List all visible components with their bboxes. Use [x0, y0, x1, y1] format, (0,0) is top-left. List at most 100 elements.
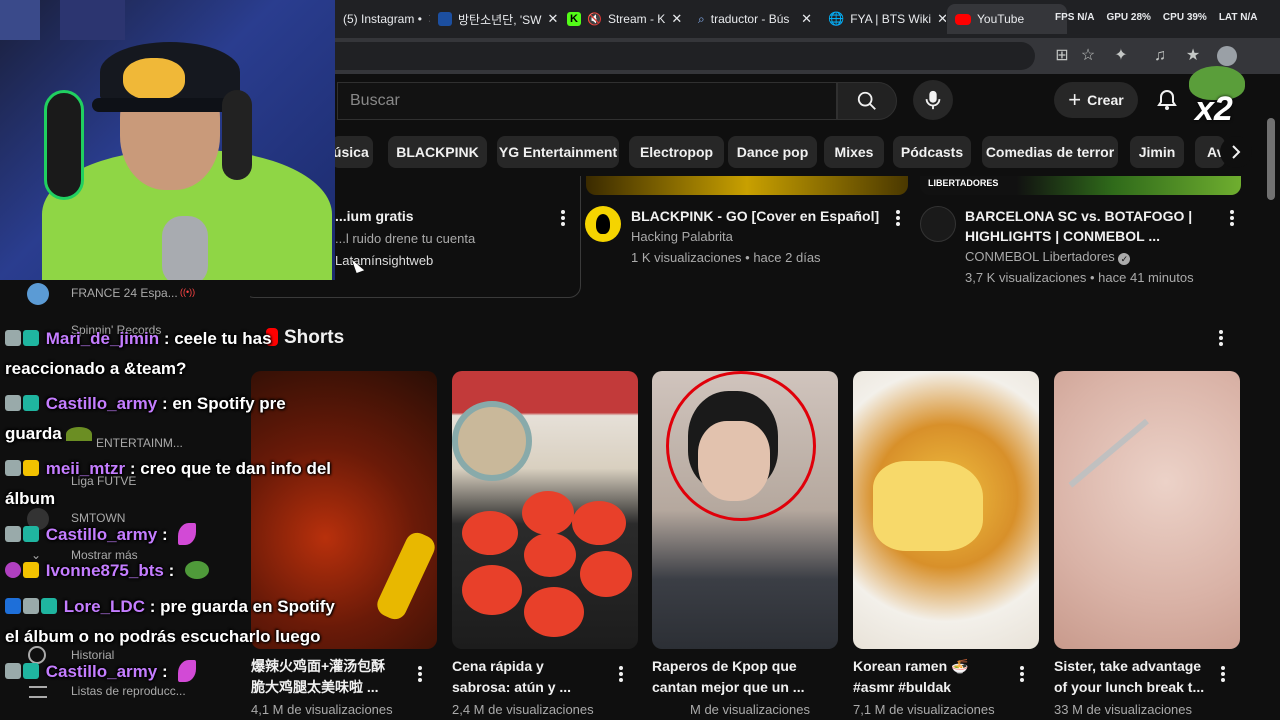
- chat-text: : creo que te dan info del: [129, 459, 332, 478]
- short-thumbnail[interactable]: [652, 371, 838, 649]
- short-title[interactable]: 爆辣火鸡面+灌汤包酥 脆大鸡腿太美味啦 ...: [251, 656, 406, 698]
- video-title[interactable]: BLACKPINK - GO [Cover en Español]: [631, 206, 879, 226]
- chip-mixes[interactable]: Mixes: [824, 136, 884, 168]
- create-button[interactable]: + Crear: [1054, 82, 1138, 118]
- channel-avatar[interactable]: [920, 206, 956, 242]
- video-thumbnail[interactable]: [586, 176, 908, 195]
- tab-bts-news[interactable]: 방탄소년단, 'SW ✕: [430, 4, 557, 34]
- search-button[interactable]: [837, 82, 897, 120]
- short-thumbnail[interactable]: [853, 371, 1039, 649]
- more-options-icon[interactable]: [1230, 210, 1234, 226]
- more-options-icon[interactable]: [896, 210, 900, 226]
- chip-yg-entertainment[interactable]: YG Entertainment: [497, 136, 619, 168]
- sub-badge-icon: [23, 663, 39, 679]
- chat-username[interactable]: Lore_LDC: [64, 597, 145, 616]
- tab-traductor[interactable]: ⌕ traductor - Bús ✕: [690, 4, 820, 34]
- extensions-icon[interactable]: ✦: [1111, 46, 1131, 66]
- video-title-line1[interactable]: BARCELONA SC vs. BOTAFOGO |: [965, 206, 1192, 226]
- more-options-icon[interactable]: [418, 666, 422, 682]
- sidebar-item-entertainment[interactable]: ENTERTAINM...: [96, 436, 183, 450]
- streamer-emote-overlay: x2: [1181, 64, 1251, 128]
- install-app-icon[interactable]: ⊞: [1052, 46, 1072, 66]
- short-thumbnail[interactable]: [452, 371, 638, 649]
- chip-label: Música: [331, 144, 369, 160]
- chat-text: guarda: [5, 424, 62, 443]
- short-views: 4,1 M de visualizaciones: [251, 702, 393, 717]
- chip-podcasts[interactable]: Pódcasts: [893, 136, 971, 168]
- chip-jimin[interactable]: Jimin: [1130, 136, 1184, 168]
- voice-search-button[interactable]: [913, 80, 953, 120]
- streamer-webcam: [0, 0, 335, 280]
- url-field[interactable]: [335, 42, 1035, 70]
- bookmark-star-icon[interactable]: ☆: [1078, 46, 1098, 66]
- chat-message-cont: reaccionado a &team?: [5, 359, 187, 378]
- tab-youtube[interactable]: YouTube: [947, 4, 1067, 34]
- thumbnail-label: LIBERTADORES: [928, 178, 999, 188]
- chat-username[interactable]: Castillo_army: [46, 525, 158, 544]
- ad-advertiser: Latamínsightweb: [335, 253, 434, 268]
- channel-name[interactable]: Hacking Palabrita: [631, 227, 733, 247]
- chat-username[interactable]: Mari_de_jimin: [46, 329, 159, 348]
- short-title-line2: 脆大鸡腿太美味啦 ...: [251, 679, 379, 695]
- more-options-icon[interactable]: [1221, 666, 1225, 682]
- video-meta: 1 K visualizaciones • hace 2 días: [631, 250, 821, 265]
- search-input[interactable]: Buscar: [337, 82, 837, 120]
- short-title[interactable]: Cena rápida y sabrosa: atún y ...: [452, 656, 607, 698]
- chip-comedias-de-terror[interactable]: Comedias de terror: [982, 136, 1118, 168]
- chip-musica[interactable]: Música: [331, 136, 373, 168]
- chat-message: Lore_LDC : pre guarda en Spotify: [5, 592, 335, 622]
- tab-bts-wiki[interactable]: 🌐 FYA | BTS Wiki ✕: [820, 4, 946, 34]
- close-icon[interactable]: ✕: [671, 11, 682, 27]
- channel-name[interactable]: CONMEBOL Libertadores ✓: [965, 247, 1131, 267]
- video-title-line2[interactable]: HIGHLIGHTS | CONMEBOL ...: [965, 226, 1160, 246]
- chip-label: Dance pop: [736, 144, 809, 160]
- short-title-line2: of your lunch break t...: [1054, 679, 1205, 695]
- more-options-icon[interactable]: [561, 210, 565, 226]
- shield-badge-icon: [5, 330, 21, 346]
- chat-username[interactable]: Castillo_army: [46, 662, 158, 681]
- speaker-icon[interactable]: 🔇: [587, 12, 602, 26]
- chat-text: : en Spotify pre: [161, 394, 286, 413]
- chips-next-button[interactable]: [1220, 136, 1252, 168]
- tab-kick-stream[interactable]: K 🔇 Stream - K ✕: [559, 4, 687, 34]
- tab-instagram[interactable]: (5) Instagram • ✕: [335, 4, 430, 34]
- close-icon[interactable]: ✕: [937, 11, 946, 27]
- chat-username[interactable]: meii_mtzr: [46, 459, 125, 478]
- category-chips: Música BLACKPINK YG Entertainment Electr…: [331, 136, 1252, 170]
- chat-message: Castillo_army :: [5, 657, 197, 687]
- more-options-icon[interactable]: [1219, 330, 1223, 346]
- chip-blackpink[interactable]: BLACKPINK: [388, 136, 487, 168]
- page-scrollbar[interactable]: [1267, 118, 1275, 200]
- ad-title[interactable]: ...ium gratis: [335, 206, 414, 226]
- more-options-icon[interactable]: [619, 666, 623, 682]
- media-control-icon[interactable]: ♫: [1150, 46, 1170, 66]
- notifications-bell-icon[interactable]: [1155, 88, 1179, 112]
- chip-electropop[interactable]: Electropop: [629, 136, 724, 168]
- short-title-line1: Raperos de Kpop que: [652, 658, 797, 674]
- sidebar-item-france24[interactable]: FRANCE 24 Espa...: [71, 286, 178, 300]
- short-title-line1: 爆辣火鸡面+灌汤包酥: [251, 658, 386, 674]
- short-title[interactable]: Korean ramen 🍜 #asmr #buldak: [853, 656, 1008, 698]
- short-thumbnail[interactable]: [1054, 371, 1240, 649]
- close-icon[interactable]: ✕: [548, 11, 558, 27]
- verified-badge-icon: [5, 598, 21, 614]
- chat-username[interactable]: Castillo_army: [46, 394, 158, 413]
- video-meta: 3,7 K visualizaciones • hace 41 minutos: [965, 270, 1194, 285]
- cheese-shape: [873, 461, 983, 551]
- video-thumbnail[interactable]: LIBERTADORES: [920, 176, 1241, 195]
- chip-label: Jimin: [1138, 144, 1176, 160]
- profile-avatar[interactable]: [1217, 46, 1237, 66]
- chat-username[interactable]: Ivonne875_bts: [46, 561, 164, 580]
- channel-avatar[interactable]: [585, 206, 621, 242]
- chip-dance-pop[interactable]: Dance pop: [728, 136, 817, 168]
- short-title[interactable]: Raperos de Kpop que cantan mejor que un .…: [652, 656, 807, 698]
- more-options-icon[interactable]: [1020, 666, 1024, 682]
- shield-badge-icon: [23, 598, 39, 614]
- crown-badge-icon: [23, 562, 39, 578]
- short-title[interactable]: Sister, take advantage of your lunch brea…: [1054, 656, 1209, 698]
- channel-avatar[interactable]: [27, 283, 49, 305]
- favorites-icon[interactable]: ★: [1183, 46, 1203, 66]
- chat-message-cont: el álbum o no podrás escucharlo luego: [5, 627, 321, 646]
- ad-description: ...l ruido drene tu cuenta: [335, 231, 476, 246]
- close-icon[interactable]: ✕: [801, 11, 812, 27]
